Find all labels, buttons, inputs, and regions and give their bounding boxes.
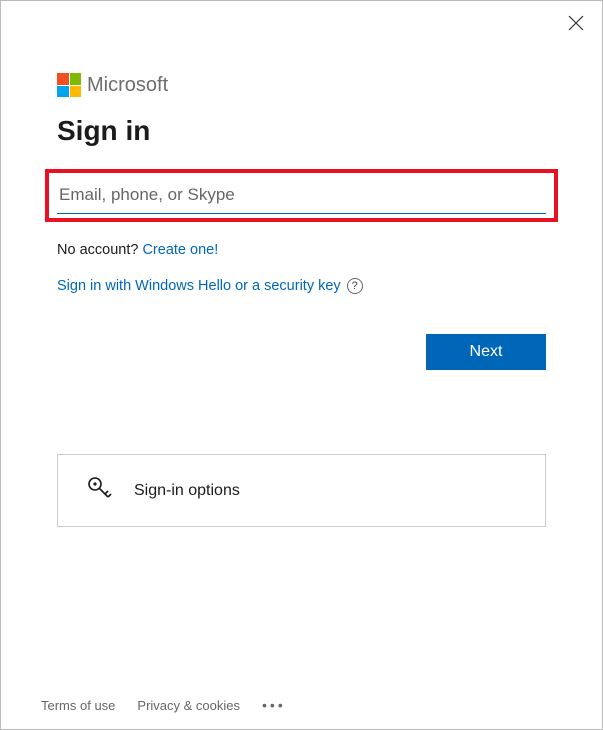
brand-name: Microsoft: [87, 74, 168, 97]
button-row: Next: [57, 334, 546, 370]
no-account-prompt: No account?: [57, 242, 138, 258]
close-button[interactable]: [568, 15, 584, 36]
footer: Terms of use Privacy & cookies •••: [41, 697, 286, 713]
security-key-link[interactable]: Sign in with Windows Hello or a security…: [57, 278, 341, 294]
signin-options-label: Sign-in options: [134, 482, 240, 500]
signin-panel: Microsoft Sign in No account? Create one…: [1, 1, 602, 527]
signin-options-button[interactable]: Sign-in options: [57, 454, 546, 527]
page-title: Sign in: [57, 115, 546, 147]
next-button[interactable]: Next: [426, 334, 546, 370]
microsoft-logo-icon: [57, 73, 81, 97]
no-account-row: No account? Create one!: [57, 242, 546, 258]
create-account-link[interactable]: Create one!: [142, 242, 218, 258]
terms-link[interactable]: Terms of use: [41, 698, 115, 713]
brand-row: Microsoft: [57, 73, 546, 97]
privacy-link[interactable]: Privacy & cookies: [137, 698, 240, 713]
help-icon[interactable]: ?: [347, 278, 363, 294]
highlight-annotation: [45, 169, 558, 222]
key-icon: [86, 475, 112, 506]
identity-input[interactable]: [57, 179, 546, 214]
more-menu-icon[interactable]: •••: [262, 697, 286, 713]
security-key-row: Sign in with Windows Hello or a security…: [57, 278, 546, 294]
